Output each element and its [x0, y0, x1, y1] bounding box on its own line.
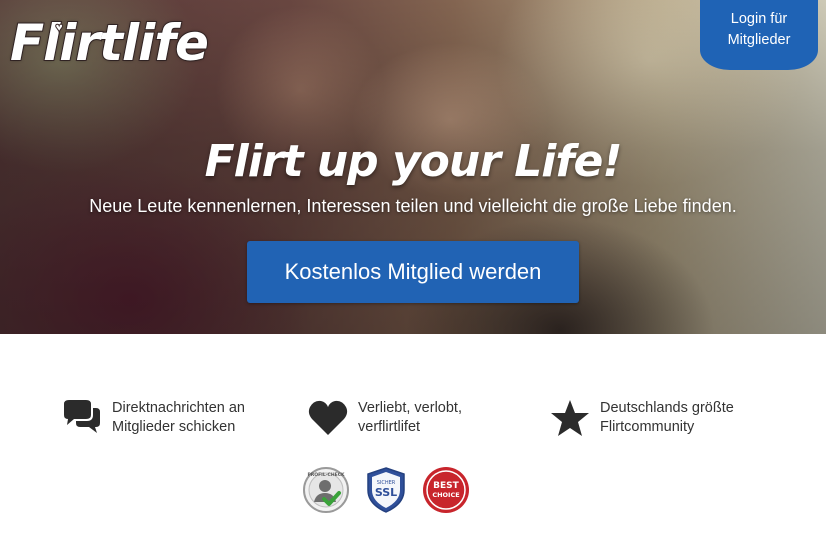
feature-love: Verliebt, verlobt, verflirtlifet — [306, 396, 462, 440]
ssl-shield-badge-icon: SICHER SSL — [362, 466, 410, 514]
heart-icon — [306, 396, 350, 440]
flirtlife-logo[interactable]: Flirtlife — [9, 13, 210, 73]
feature-line: Verliebt, verlobt, — [358, 400, 462, 416]
feature-community: Deutschlands größte Flirtcommunity — [548, 396, 734, 440]
best-choice-line1: BEST — [433, 481, 459, 491]
login-label-line2: Mitglieder — [727, 32, 791, 48]
signup-button[interactable]: Kostenlos Mitglied werden — [247, 241, 579, 303]
chat-bubbles-icon — [60, 396, 104, 440]
star-icon — [548, 396, 592, 440]
feature-line: Mitglieder schicken — [112, 419, 236, 435]
best-choice-badge-icon: BEST CHOICE — [422, 466, 470, 514]
hero-banner: Flirtlife ♥ Login für Mitglieder Flirt u… — [0, 0, 826, 334]
trust-badges: PROFIL-CHECK SICHER SSL BEST CHOICE — [302, 466, 470, 514]
profile-check-text: PROFIL-CHECK — [307, 472, 345, 478]
ssl-main-text: SSL — [375, 486, 397, 499]
feature-line: Direktnachrichten an — [112, 400, 245, 416]
feature-line: Flirtcommunity — [600, 419, 695, 435]
heart-icon: ♥ — [54, 19, 64, 36]
hero-headline: Flirt up your Life! — [204, 136, 623, 187]
feature-text: Direktnachrichten an Mitglieder schicken — [112, 399, 245, 437]
profile-check-badge-icon: PROFIL-CHECK — [302, 466, 350, 514]
best-choice-line2: CHOICE — [432, 491, 459, 499]
feature-direct-messages: Direktnachrichten an Mitglieder schicken — [60, 396, 245, 440]
feature-line: verflirtlifet — [358, 419, 421, 435]
feature-text: Verliebt, verlobt, verflirtlifet — [358, 399, 462, 437]
hero-subline: Neue Leute kennenlernen, Interessen teil… — [89, 196, 737, 216]
feature-line: Deutschlands größte — [600, 400, 734, 416]
login-button[interactable]: Login für Mitglieder — [700, 0, 818, 70]
feature-text: Deutschlands größte Flirtcommunity — [600, 399, 734, 437]
login-label-line1: Login für — [730, 11, 788, 27]
